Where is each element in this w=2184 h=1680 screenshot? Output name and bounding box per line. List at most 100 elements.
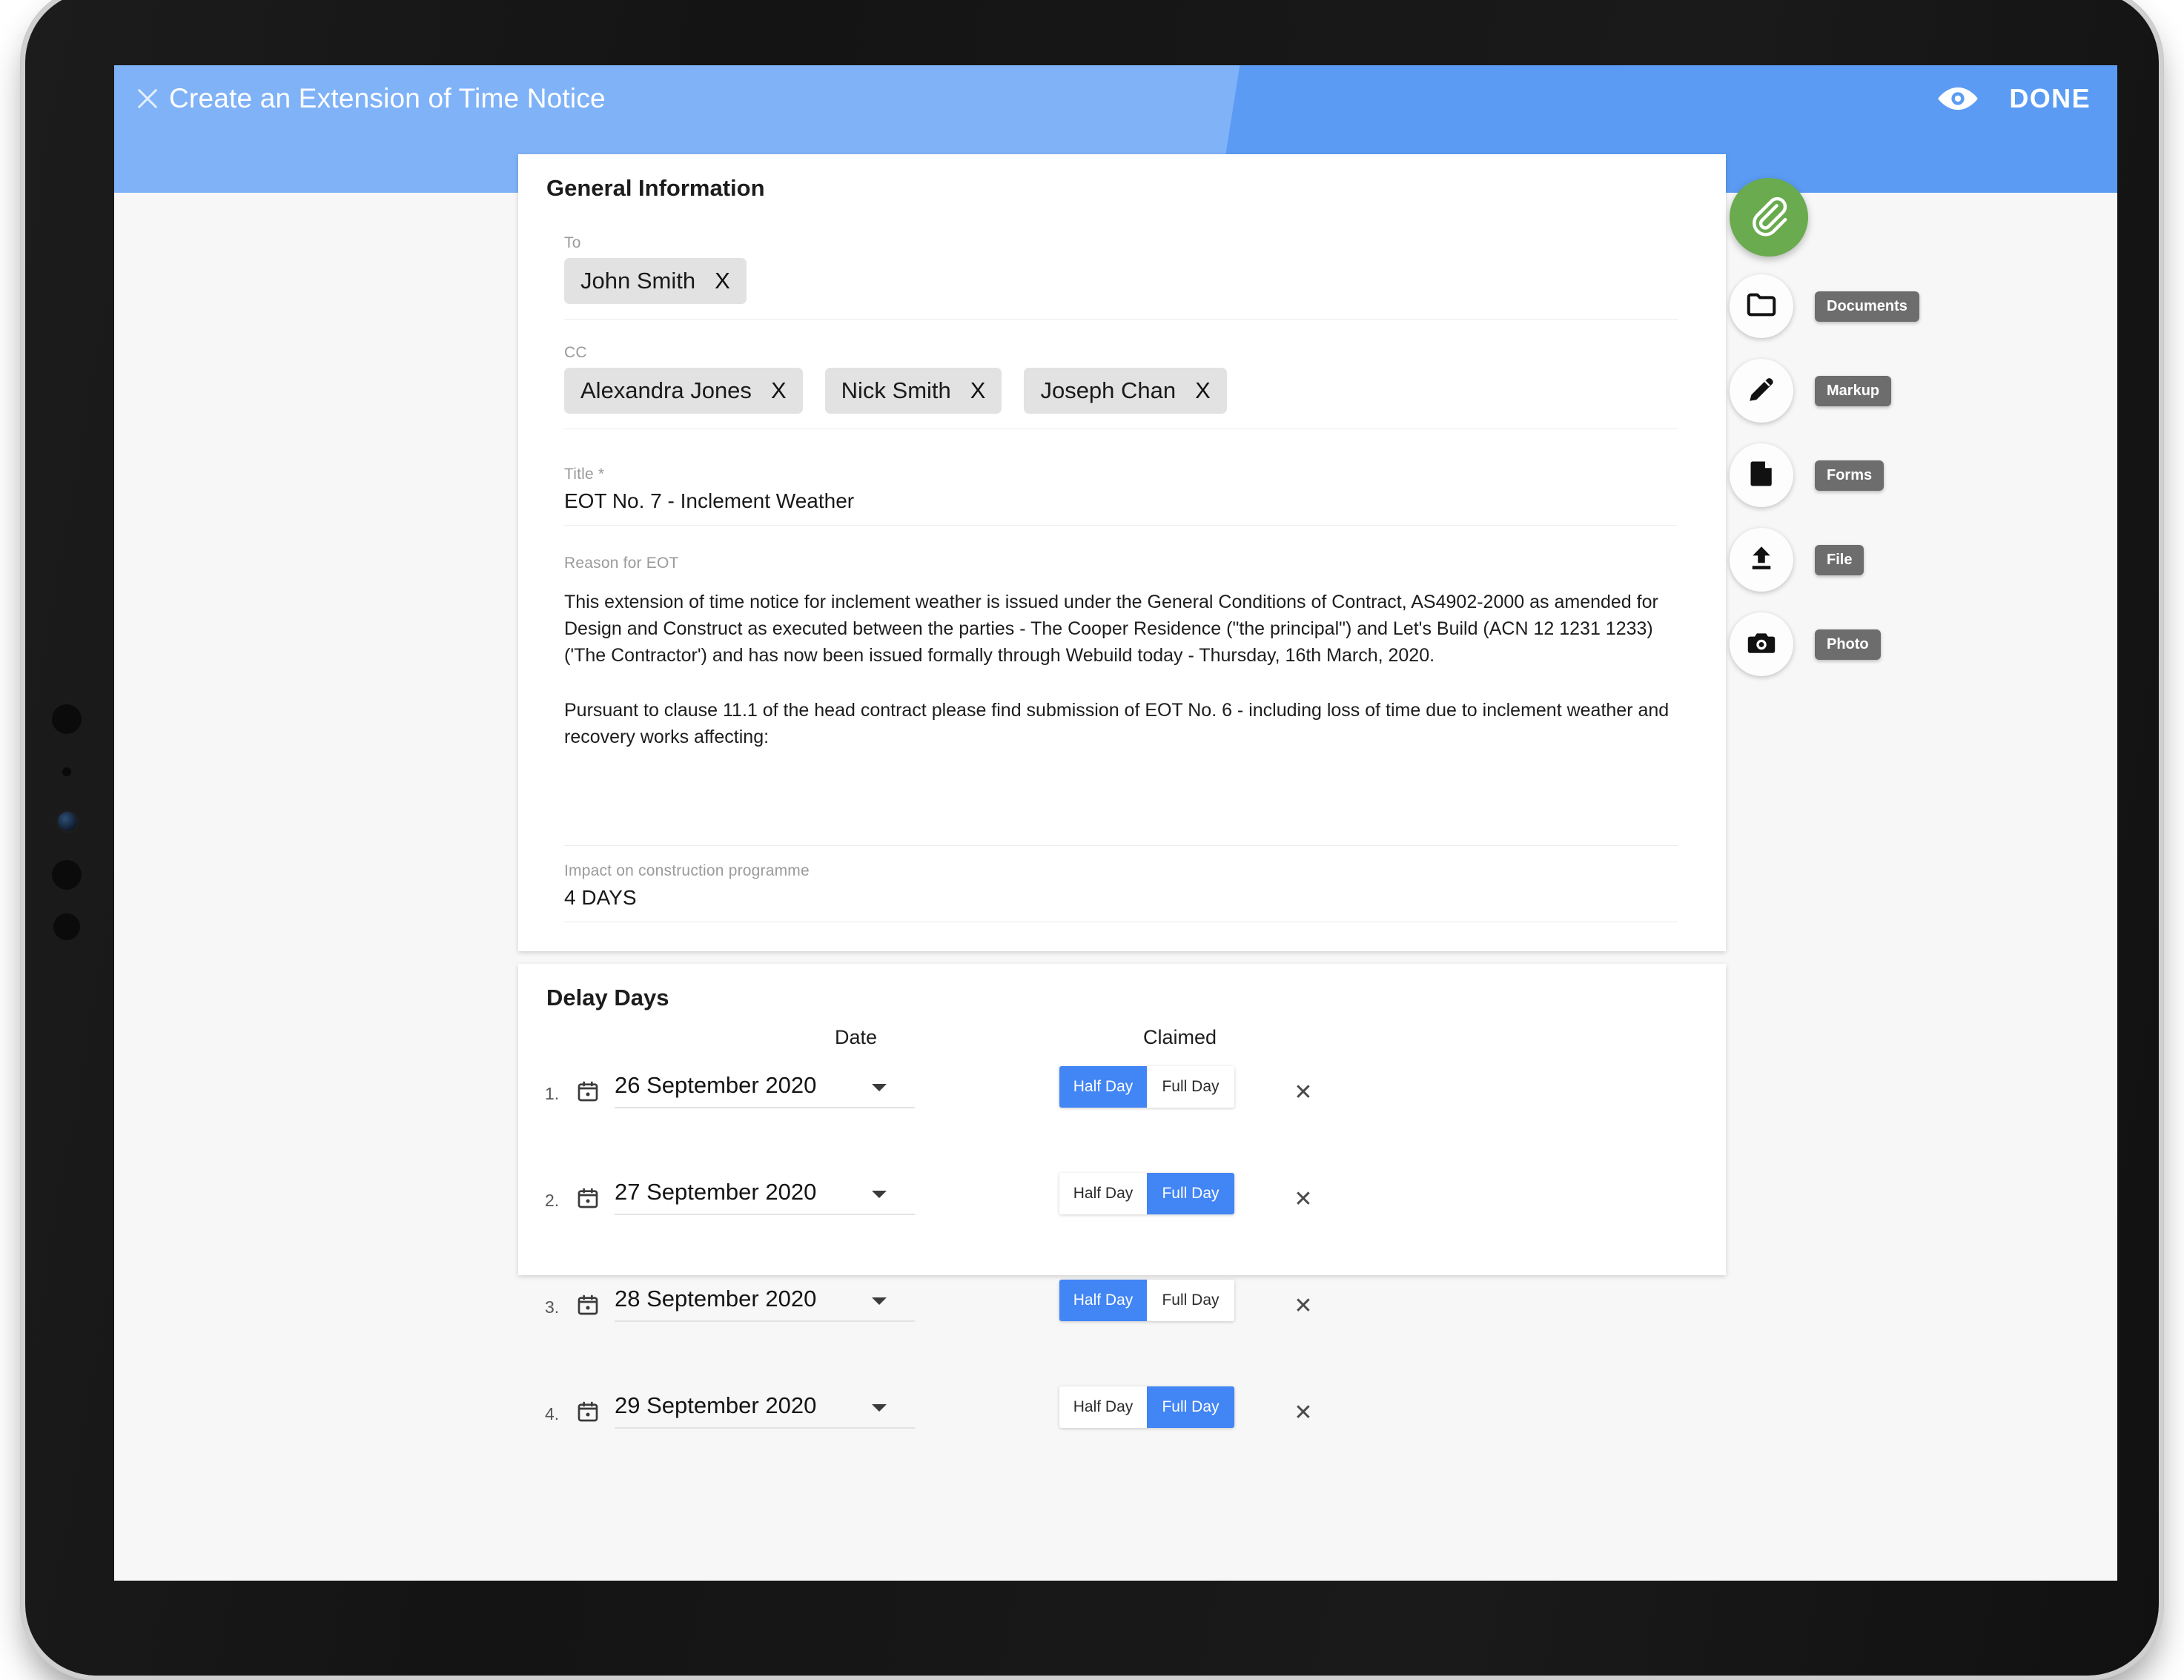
- claimed-toggle-group: Half Day Full Day: [1059, 1173, 1234, 1214]
- eye-icon[interactable]: [1936, 77, 1979, 120]
- fab-item-markup: Markup: [1730, 359, 1892, 423]
- impact-value[interactable]: 4 DAYS: [564, 886, 1678, 922]
- to-label: To: [564, 234, 581, 251]
- cc-label: CC: [564, 344, 587, 361]
- close-icon[interactable]: X: [771, 377, 787, 404]
- chevron-down-icon[interactable]: [872, 1297, 887, 1305]
- photo-fab-button[interactable]: [1730, 612, 1793, 676]
- to-field: To John Smith X: [564, 234, 1678, 320]
- row-index: 2.: [545, 1191, 560, 1210]
- tablet-screen: Create an Extension of Time Notice DONE …: [114, 65, 2117, 1581]
- half-day-toggle[interactable]: Half Day: [1059, 1280, 1147, 1321]
- delay-days-card: Delay Days Date Claimed 1. 26 September …: [518, 964, 1726, 1429]
- close-icon[interactable]: X: [970, 377, 986, 404]
- calendar-icon: [576, 1293, 600, 1317]
- header-actions: DONE: [1936, 77, 2091, 120]
- markup-fab-label[interactable]: Markup: [1815, 375, 1892, 406]
- markup-fab-button[interactable]: [1730, 359, 1793, 423]
- reason-underline: [564, 845, 1678, 846]
- table-row: 2. 27 September 2020 Half Day Full Day ✕: [518, 1173, 1726, 1282]
- table-row: 1. 26 September 2020 Half Day Full Day ✕: [518, 1066, 1726, 1175]
- column-header-claimed: Claimed: [1143, 1026, 1217, 1048]
- title-value[interactable]: EOT No. 7 - Inclement Weather: [564, 489, 1678, 525]
- delay-days-title: Delay Days: [546, 985, 669, 1011]
- speaker-hole-icon: [52, 860, 82, 890]
- forms-fab-button[interactable]: [1730, 443, 1793, 507]
- fab-item-file: File: [1730, 528, 1864, 592]
- to-chip-row: John Smith X: [564, 258, 1678, 319]
- recipient-chip[interactable]: Nick Smith X: [824, 368, 1002, 414]
- general-information-card: General Information To John Smith X CC A…: [518, 154, 1726, 1142]
- table-row: 3. 28 September 2020 Half Day Full Day ✕: [518, 1280, 1726, 1389]
- speaker-hole-icon: [52, 704, 82, 734]
- reason-label: Reason for EOT: [564, 555, 679, 572]
- claimed-toggle-group: Half Day Full Day: [1059, 1280, 1234, 1321]
- forms-fab-label[interactable]: Forms: [1815, 460, 1884, 491]
- half-day-toggle[interactable]: Half Day: [1059, 1386, 1147, 1428]
- close-icon[interactable]: X: [1195, 377, 1211, 404]
- impact-field[interactable]: Impact on construction programme 4 DAYS: [564, 862, 1678, 922]
- content-surface: General Information To John Smith X CC A…: [114, 154, 2117, 1581]
- cc-field: CC Alexandra Jones X Nick Smith X Joseph…: [564, 344, 1678, 429]
- impact-label: Impact on construction programme: [564, 862, 810, 879]
- microphone-icon: [62, 767, 71, 776]
- photo-fab-label[interactable]: Photo: [1815, 629, 1881, 660]
- recipient-chip[interactable]: Joseph Chan X: [1024, 368, 1227, 414]
- upload-icon: [1745, 542, 1778, 578]
- speaker-hole-icon: [53, 913, 80, 940]
- full-day-toggle[interactable]: Full Day: [1147, 1066, 1234, 1108]
- row-index: 1.: [545, 1084, 560, 1103]
- half-day-toggle[interactable]: Half Day: [1059, 1173, 1147, 1214]
- file-fab-label[interactable]: File: [1815, 544, 1864, 575]
- delay-date-value[interactable]: 27 September 2020: [615, 1179, 915, 1215]
- front-camera-icon: [58, 812, 77, 831]
- attachment-fab-button[interactable]: [1730, 178, 1808, 257]
- to-underline: [564, 319, 1678, 320]
- delay-date-value[interactable]: 29 September 2020: [615, 1392, 915, 1429]
- half-day-toggle[interactable]: Half Day: [1059, 1066, 1147, 1108]
- document-icon: [1745, 457, 1778, 494]
- reason-paragraph: This extension of time notice for inclem…: [564, 592, 1658, 666]
- delay-date-value[interactable]: 26 September 2020: [615, 1072, 915, 1108]
- paperclip-icon: [1748, 195, 1790, 240]
- recipient-chip[interactable]: John Smith X: [564, 258, 747, 304]
- fab-item-documents: Documents: [1730, 274, 1919, 338]
- pencil-icon: [1745, 373, 1778, 409]
- documents-fab-button[interactable]: [1730, 274, 1793, 338]
- full-day-toggle[interactable]: Full Day: [1147, 1280, 1234, 1321]
- calendar-icon: [576, 1186, 600, 1210]
- done-button[interactable]: DONE: [2009, 83, 2091, 114]
- documents-fab-label[interactable]: Documents: [1815, 291, 1919, 322]
- file-fab-button[interactable]: [1730, 528, 1793, 592]
- reason-body[interactable]: This extension of time notice for inclem…: [564, 578, 1678, 845]
- general-information-title: General Information: [546, 175, 765, 201]
- chevron-down-icon[interactable]: [872, 1404, 887, 1412]
- remove-row-icon[interactable]: ✕: [1289, 1185, 1317, 1213]
- folder-icon: [1744, 288, 1778, 325]
- recipient-chip-label: John Smith: [580, 268, 696, 294]
- recipient-chip-label: Alexandra Jones: [580, 377, 752, 403]
- title-underline: [564, 525, 1678, 526]
- reason-paragraph: Pursuant to clause 11.1 of the head cont…: [564, 700, 1670, 747]
- chevron-down-icon[interactable]: [872, 1191, 887, 1198]
- chevron-down-icon[interactable]: [872, 1084, 887, 1091]
- recipient-chip[interactable]: Alexandra Jones X: [564, 368, 803, 414]
- claimed-toggle-group: Half Day Full Day: [1059, 1386, 1234, 1428]
- full-day-toggle[interactable]: Full Day: [1147, 1386, 1234, 1428]
- calendar-icon: [576, 1079, 600, 1103]
- full-day-toggle[interactable]: Full Day: [1147, 1173, 1234, 1214]
- close-icon[interactable]: X: [715, 268, 730, 294]
- delay-date-value[interactable]: 28 September 2020: [615, 1286, 915, 1322]
- close-icon[interactable]: [130, 82, 165, 116]
- cc-chip-row: Alexandra Jones X Nick Smith X Joseph Ch…: [564, 368, 1678, 429]
- remove-row-icon[interactable]: ✕: [1289, 1078, 1317, 1106]
- page-title: Create an Extension of Time Notice: [169, 83, 606, 113]
- reason-field[interactable]: Reason for EOT This extension of time no…: [564, 555, 1678, 846]
- column-header-date: Date: [835, 1026, 878, 1048]
- title-field[interactable]: Title * EOT No. 7 - Inclement Weather: [564, 466, 1678, 526]
- calendar-icon: [576, 1400, 600, 1423]
- title-label: Title *: [564, 466, 605, 483]
- remove-row-icon[interactable]: ✕: [1289, 1398, 1317, 1426]
- remove-row-icon[interactable]: ✕: [1289, 1292, 1317, 1320]
- fab-item-photo: Photo: [1730, 612, 1881, 676]
